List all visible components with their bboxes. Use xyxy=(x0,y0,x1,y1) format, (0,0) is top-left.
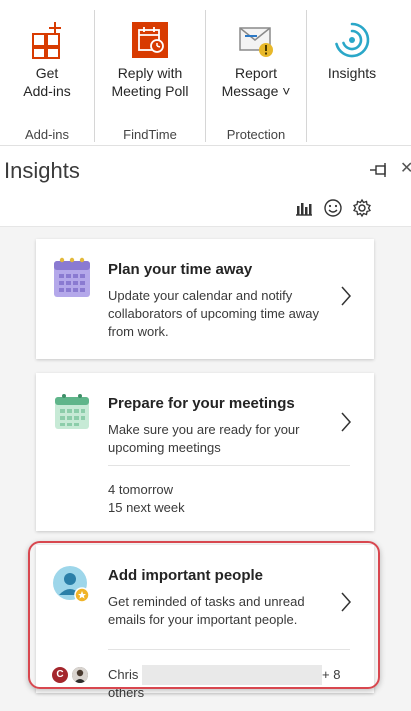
ribbon-group-label-findtime: FindTime xyxy=(123,127,177,142)
meeting-poll-icon xyxy=(130,20,170,60)
ribbon-group-label-protection: Protection xyxy=(226,127,286,142)
card-description: Update your calendar and notify collabor… xyxy=(108,288,319,339)
close-icon[interactable]: ✕ xyxy=(400,158,411,178)
report-message-icon xyxy=(236,20,276,60)
calendar-icon xyxy=(52,389,92,437)
chevron-right-icon[interactable] xyxy=(340,285,352,307)
insights-pane-header: Insights ✕ xyxy=(0,146,411,226)
card-plan-time-away[interactable]: Plan your time away Update your calendar… xyxy=(36,239,374,359)
pin-icon[interactable] xyxy=(368,160,392,180)
stat-next-week: 15 next week xyxy=(108,500,185,515)
gear-icon[interactable] xyxy=(352,198,372,218)
card-title: Prepare for your meetings xyxy=(108,395,295,412)
card-title: Plan your time away xyxy=(108,261,253,278)
highlight-annotation xyxy=(28,541,380,689)
insights-label: Insights xyxy=(327,65,377,81)
ribbon-group-addins: Get Add-ins Add-ins xyxy=(0,0,94,146)
ribbon-group-insights: Insights xyxy=(307,0,397,146)
chevron-right-icon[interactable] xyxy=(340,411,352,433)
get-addins-label: Get Add-ins xyxy=(23,65,71,99)
card-divider xyxy=(108,465,350,466)
calendar-grid-icon xyxy=(52,255,92,303)
ribbon-group-findtime: Reply with Meeting Poll FindTime xyxy=(95,0,205,146)
get-addins-button[interactable]: Get Add-ins xyxy=(0,0,94,118)
reply-with-meeting-poll-label: Reply with Meeting Poll xyxy=(111,65,189,99)
ribbon-group-label-addins: Add-ins xyxy=(24,127,70,142)
card-prepare-meetings[interactable]: Prepare for your meetings Make sure you … xyxy=(36,373,374,531)
ribbon: Get Add-ins Add-ins Reply with Meeting P… xyxy=(0,0,411,146)
report-message-label: Report Message ˅ xyxy=(221,65,291,99)
insights-button[interactable]: Insights xyxy=(307,0,397,118)
stat-tomorrow: 4 tomorrow xyxy=(108,482,174,497)
bar-chart-icon[interactable] xyxy=(294,198,314,218)
get-addins-icon xyxy=(27,20,67,60)
card-description: Make sure you are ready for your upcomin… xyxy=(108,422,300,455)
report-message-button[interactable]: Report Message ˅ xyxy=(206,0,306,118)
reply-with-meeting-poll-button[interactable]: Reply with Meeting Poll xyxy=(95,0,205,118)
smiley-icon[interactable] xyxy=(323,198,343,218)
ribbon-group-protection: Report Message ˅ Protection xyxy=(206,0,306,146)
pane-title: Insights xyxy=(4,158,80,183)
pane-toolbar xyxy=(294,198,372,218)
insights-icon xyxy=(332,20,372,60)
